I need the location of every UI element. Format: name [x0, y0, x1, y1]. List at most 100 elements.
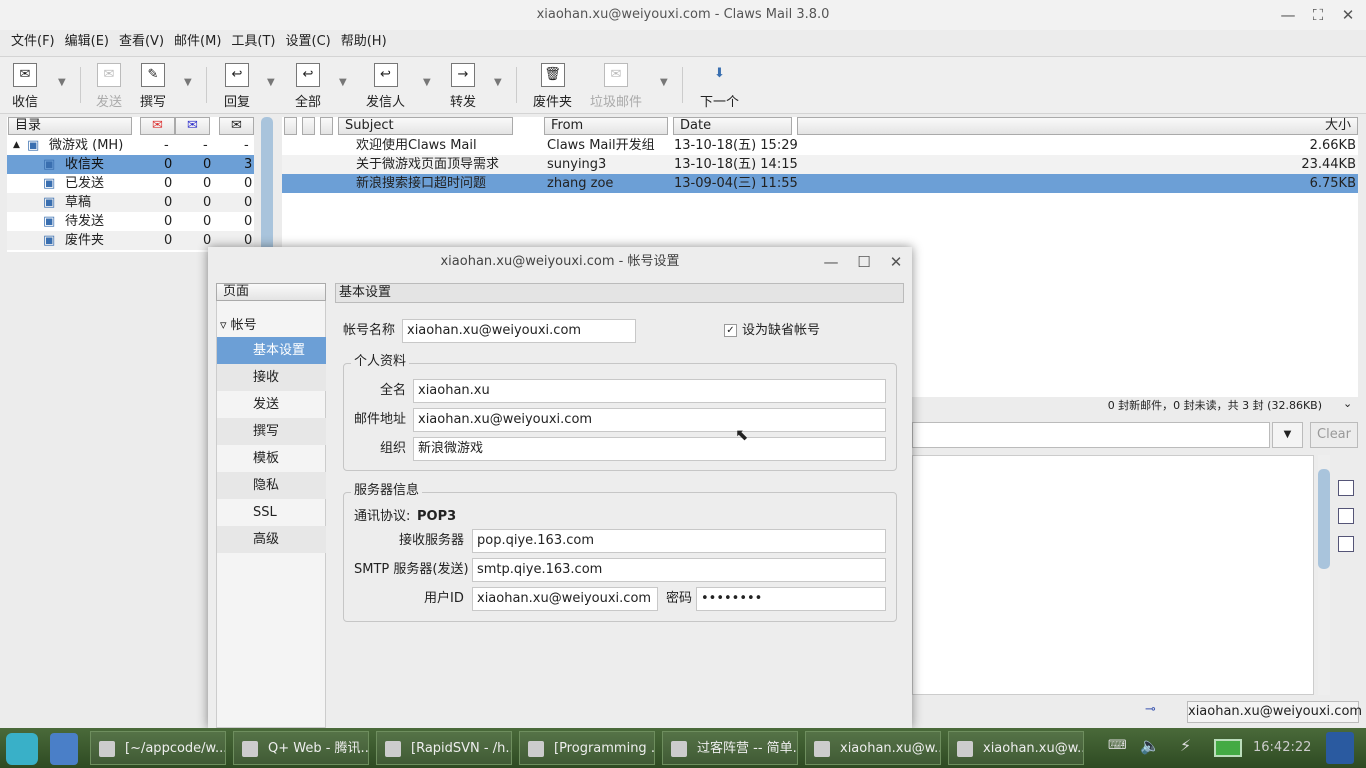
- page-item[interactable]: 基本设置: [217, 337, 326, 364]
- total-column-header[interactable]: ✉: [219, 117, 254, 135]
- sent-icon: ▣: [43, 176, 56, 191]
- from-column-header[interactable]: From: [544, 117, 668, 135]
- reply-dropdown[interactable]: ▼: [267, 77, 275, 88]
- compose-button[interactable]: ✎ 撰写: [140, 63, 166, 110]
- reply-all-button[interactable]: ↩ 全部: [295, 63, 321, 110]
- default-account-checkbox[interactable]: ✓: [724, 324, 737, 337]
- status-column-header[interactable]: [302, 117, 315, 135]
- forward-button[interactable]: → 转发: [450, 63, 476, 110]
- spam-button[interactable]: ✉ 垃圾邮件: [590, 63, 642, 110]
- menu-message[interactable]: 邮件(M): [174, 30, 221, 54]
- get-mail-button[interactable]: ✉ 收信: [12, 63, 38, 110]
- account-selector[interactable]: xiaohan.xu@weiyouxi.com: [1187, 701, 1362, 723]
- menu-settings[interactable]: 设置(C): [286, 30, 331, 54]
- next-button[interactable]: ⬇ 下一个: [700, 63, 739, 110]
- menu-tools[interactable]: 工具(T): [231, 30, 275, 54]
- dialog-maximize-button[interactable]: ☐: [855, 253, 873, 271]
- forward-dropdown[interactable]: ▼: [494, 77, 502, 88]
- page-item[interactable]: 发送: [217, 391, 326, 418]
- mime-text-icon[interactable]: [1338, 480, 1354, 496]
- close-button[interactable]: ✕: [1339, 6, 1357, 24]
- browser-launcher-icon[interactable]: [50, 733, 78, 765]
- fullname-input[interactable]: xiaohan.xu: [413, 379, 886, 403]
- battery-icon[interactable]: [1214, 739, 1242, 757]
- trash-button[interactable]: 🗑 废件夹: [533, 63, 572, 110]
- reply-sender-button[interactable]: ↩ 发信人: [366, 63, 405, 110]
- taskbar-item[interactable]: xiaohan.xu@w...: [805, 731, 941, 765]
- folder-row[interactable]: ▣ 已发送 0 0 0: [7, 174, 254, 193]
- mime-attachment-icon[interactable]: [1338, 508, 1354, 524]
- account-tree-node[interactable]: ▿ 帐号: [220, 314, 257, 333]
- folder-row[interactable]: ▲ ▣ 微游戏 (MH) - - -: [7, 136, 254, 155]
- date-column-header[interactable]: Date: [673, 117, 792, 135]
- folder-new-count: 0: [164, 233, 173, 248]
- get-mail-dropdown[interactable]: ▼: [58, 77, 66, 88]
- menu-file[interactable]: 文件(F): [11, 30, 55, 54]
- volume-icon[interactable]: 🔈: [1140, 736, 1160, 755]
- notes-icon[interactable]: [1326, 732, 1354, 764]
- page-item[interactable]: 模板: [217, 445, 326, 472]
- search-type-dropdown[interactable]: ▼: [1272, 422, 1303, 448]
- mark-column-header[interactable]: [284, 117, 297, 135]
- clear-search-button[interactable]: Clear: [1310, 422, 1358, 448]
- subject-column-header[interactable]: Subject: [338, 117, 513, 135]
- compose-dropdown[interactable]: ▼: [184, 77, 192, 88]
- minimize-button[interactable]: —: [1279, 6, 1297, 24]
- account-name-input[interactable]: xiaohan.xu@weiyouxi.com: [402, 319, 636, 343]
- spam-dropdown[interactable]: ▼: [660, 77, 668, 88]
- page-item[interactable]: SSL: [217, 499, 326, 526]
- send-button[interactable]: ✉ 发送: [96, 63, 122, 110]
- quick-search-input[interactable]: [912, 422, 1270, 448]
- taskbar-item[interactable]: xiaohan.xu@w...: [948, 731, 1084, 765]
- app-icon: [99, 741, 115, 757]
- page-item[interactable]: 撰写: [217, 418, 326, 445]
- folder-scrollbar[interactable]: [261, 117, 273, 252]
- message-row[interactable]: 新浪搜索接口超时问题 zhang zoe 13-09-04(三) 11:55 6.75…: [282, 174, 1358, 193]
- taskbar-item[interactable]: [Programming ...: [519, 731, 655, 765]
- clock[interactable]: 16:42:22: [1253, 740, 1311, 755]
- network-icon[interactable]: ⚡: [1180, 736, 1191, 755]
- user-id-input[interactable]: xiaohan.xu@weiyouxi.com: [472, 587, 658, 611]
- dialog-minimize-button[interactable]: —: [822, 253, 840, 271]
- folder-row[interactable]: ▣ 草稿 0 0 0: [7, 193, 254, 212]
- org-input[interactable]: 新浪微游戏: [413, 437, 886, 461]
- size-column-header[interactable]: 大小: [797, 117, 1358, 135]
- taskbar-item[interactable]: [~/appcode/w...: [90, 731, 226, 765]
- menu-view[interactable]: 查看(V): [119, 30, 164, 54]
- email-input[interactable]: xiaohan.xu@weiyouxi.com: [413, 408, 886, 432]
- message-row[interactable]: 关于微游戏页面顶导需求 sunying3 13-10-18(五) 14:15 23.4…: [282, 155, 1358, 174]
- taskbar-item[interactable]: [RapidSVN - /h...: [376, 731, 512, 765]
- folder-row[interactable]: ▣ 待发送 0 0 0: [7, 212, 254, 231]
- page-item[interactable]: 接收: [217, 364, 326, 391]
- new-column-header[interactable]: ✉: [140, 117, 175, 135]
- folder-row[interactable]: ▣ 收信夹 0 0 3: [7, 155, 254, 174]
- keyboard-icon[interactable]: ⌨: [1108, 738, 1127, 753]
- taskbar-item[interactable]: 过客阵营 -- 简单...: [662, 731, 798, 765]
- lock-column-header[interactable]: [320, 117, 333, 135]
- message-row[interactable]: 欢迎使用Claws Mail Claws Mail开发组 13-10-18(五) 1…: [282, 136, 1358, 155]
- password-input[interactable]: ••••••••: [696, 587, 886, 611]
- reply-button[interactable]: ↩ 回复: [224, 63, 250, 110]
- page-item[interactable]: 隐私: [217, 472, 326, 499]
- separator: [682, 67, 683, 103]
- dialog-close-button[interactable]: ✕: [887, 253, 905, 271]
- reply-sender-dropdown[interactable]: ▼: [423, 77, 431, 88]
- folder-header[interactable]: 目录: [8, 117, 132, 135]
- page-item[interactable]: 高级: [217, 526, 326, 553]
- mime-signature-icon[interactable]: [1338, 536, 1354, 552]
- folder-unread-count: 0: [203, 157, 212, 172]
- summary-toggle-icon[interactable]: ⌄: [1343, 397, 1352, 410]
- maximize-button[interactable]: ⛶: [1309, 6, 1327, 24]
- reply-all-dropdown[interactable]: ▼: [339, 77, 347, 88]
- menu-help[interactable]: 帮助(H): [341, 30, 387, 54]
- taskbar-item[interactable]: Q+ Web - 腾讯...: [233, 731, 369, 765]
- recv-server-input[interactable]: pop.qiye.163.com: [472, 529, 886, 553]
- online-status-icon[interactable]: ⊸: [1145, 702, 1156, 717]
- start-menu-icon[interactable]: [6, 733, 38, 765]
- unread-column-header[interactable]: ✉: [175, 117, 210, 135]
- reply-icon: ↩: [225, 63, 249, 87]
- expand-icon[interactable]: ▲: [13, 136, 20, 155]
- menu-edit[interactable]: 编辑(E): [65, 30, 109, 54]
- smtp-server-input[interactable]: smtp.qiye.163.com: [472, 558, 886, 582]
- message-view-scrollbar[interactable]: [1318, 455, 1330, 695]
